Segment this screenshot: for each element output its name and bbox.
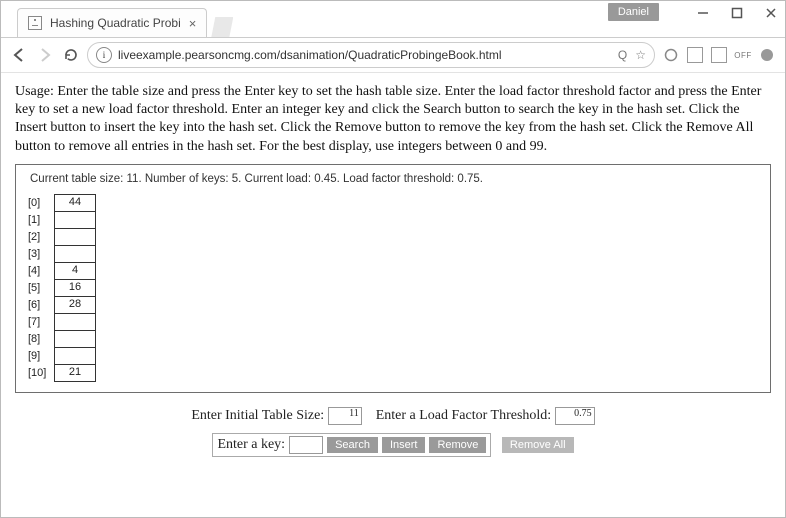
table-row: [0]44 <box>28 195 762 212</box>
search-button[interactable]: Search <box>327 437 378 453</box>
remove-button[interactable]: Remove <box>429 437 486 453</box>
table-row: [8] <box>28 331 762 348</box>
row-index: [10] <box>28 367 54 379</box>
row-cell: 28 <box>54 296 96 314</box>
row-cell: 44 <box>54 194 96 212</box>
page-favicon-icon <box>28 16 42 30</box>
row-index: [5] <box>28 282 54 294</box>
browser-tab[interactable]: Hashing Quadratic Probi × <box>17 8 207 37</box>
key-input[interactable] <box>289 436 323 454</box>
extension-off-icon[interactable]: OFF <box>735 47 751 63</box>
new-tab-button[interactable] <box>211 17 233 37</box>
forward-button[interactable] <box>37 47 55 63</box>
table-row: [1] <box>28 212 762 229</box>
action-button-row: Enter a key: Search Insert Remove <box>212 433 491 457</box>
extension-icon-2[interactable] <box>687 47 703 63</box>
row-index: [7] <box>28 316 54 328</box>
row-index: [3] <box>28 248 54 260</box>
row-index: [0] <box>28 197 54 209</box>
tab-strip: Hashing Quadratic Probi × <box>1 1 785 38</box>
table-row: [3] <box>28 246 762 263</box>
row-index: [1] <box>28 214 54 226</box>
table-row: [5]16 <box>28 280 762 297</box>
extension-icon-1[interactable] <box>663 47 679 63</box>
row-cell <box>54 228 96 246</box>
row-cell <box>54 330 96 348</box>
table-size-input[interactable]: 11 <box>328 407 362 425</box>
row-index: [4] <box>28 265 54 277</box>
table-row: [6]28 <box>28 297 762 314</box>
row-index: [9] <box>28 350 54 362</box>
table-row: [10]21 <box>28 365 762 382</box>
hash-table-panel: Current table size: 11. Number of keys: … <box>15 164 771 393</box>
extension-icons: OFF <box>663 47 775 63</box>
maximize-button[interactable] <box>729 5 745 21</box>
row-index: [8] <box>28 333 54 345</box>
site-info-icon[interactable]: i <box>96 47 112 63</box>
table-row: [2] <box>28 229 762 246</box>
usage-text: Usage: Enter the table size and press th… <box>15 83 771 156</box>
load-factor-label: Enter a Load Factor Threshold: <box>376 408 551 423</box>
url-text: liveexample.pearsoncmg.com/dsanimation/Q… <box>118 48 502 62</box>
table-row: [9] <box>28 348 762 365</box>
address-bar[interactable]: i liveexample.pearsoncmg.com/dsanimation… <box>87 42 655 68</box>
page-content: Usage: Enter the table size and press th… <box>1 73 785 471</box>
browser-toolbar: i liveexample.pearsoncmg.com/dsanimation… <box>1 38 785 73</box>
row-index: [6] <box>28 299 54 311</box>
window-controls <box>695 5 779 21</box>
load-factor-input[interactable]: 0.75 <box>555 407 595 425</box>
row-cell <box>54 347 96 365</box>
zoom-icon[interactable]: Q <box>618 48 627 62</box>
minimize-button[interactable] <box>695 5 711 21</box>
row-index: [2] <box>28 231 54 243</box>
remove-all-button[interactable]: Remove All <box>502 437 574 453</box>
profile-chip[interactable]: Daniel <box>608 3 659 21</box>
tab-title: Hashing Quadratic Probi <box>50 16 181 30</box>
row-cell: 4 <box>54 262 96 280</box>
insert-button[interactable]: Insert <box>382 437 426 453</box>
controls-area: Enter Initial Table Size: 11 Enter a Loa… <box>15 407 771 457</box>
extension-icon-3[interactable] <box>711 47 727 63</box>
table-row: [7] <box>28 314 762 331</box>
row-cell: 16 <box>54 279 96 297</box>
table-size-label: Enter Initial Table Size: <box>191 408 324 423</box>
key-label: Enter a key: <box>217 437 285 453</box>
row-cell <box>54 211 96 229</box>
browser-window: Daniel Hashing Quadratic Probi × <box>0 0 786 518</box>
extension-icon-4[interactable] <box>759 47 775 63</box>
row-cell: 21 <box>54 364 96 382</box>
row-cell <box>54 313 96 331</box>
tab-close-icon[interactable]: × <box>189 16 197 31</box>
close-button[interactable] <box>763 5 779 21</box>
row-cell <box>54 245 96 263</box>
back-button[interactable] <box>11 47 29 63</box>
hash-table: [0]44[1][2][3][4]4[5]16[6]28[7][8][9][10… <box>28 195 762 382</box>
table-row: [4]4 <box>28 263 762 280</box>
bookmark-star-icon[interactable]: ☆ <box>635 48 646 62</box>
reload-button[interactable] <box>63 47 79 63</box>
status-line: Current table size: 11. Number of keys: … <box>30 173 762 185</box>
